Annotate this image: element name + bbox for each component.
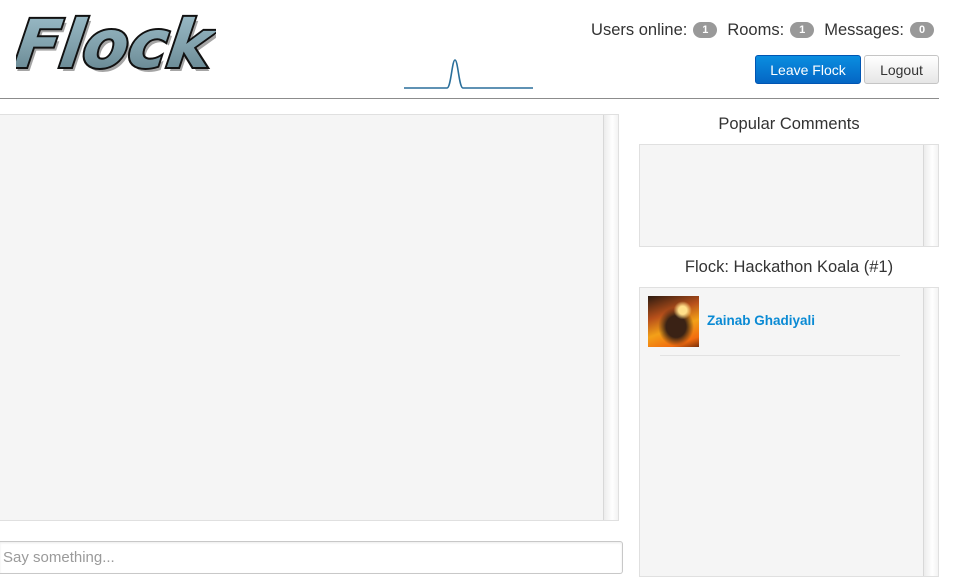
flock-logo: Flock Flock	[16, 1, 216, 81]
rooms-label: Rooms:	[727, 20, 785, 39]
users-online-stat: Users online: 1	[591, 20, 718, 40]
list-item[interactable]: Zainab Ghadiyali	[648, 296, 903, 358]
rooms-stat: Rooms: 1	[727, 20, 815, 40]
header-divider	[0, 98, 939, 99]
stats-bar: Users online: 1 Rooms: 1 Messages: 0	[591, 19, 934, 41]
logout-button[interactable]: Logout	[864, 55, 939, 84]
activity-sparkline	[403, 54, 535, 92]
chat-scrollbar[interactable]	[603, 115, 618, 520]
leave-flock-button[interactable]: Leave Flock	[755, 55, 861, 84]
messages-label: Messages:	[824, 20, 904, 39]
messages-stat: Messages: 0	[824, 21, 934, 40]
users-online-badge: 1	[693, 22, 718, 38]
svg-text:Flock: Flock	[16, 5, 216, 81]
popular-comments-title: Popular Comments	[718, 115, 860, 133]
users-online-label: Users online:	[591, 20, 688, 39]
flock-room-title: Flock: Hackathon Koala (#1)	[684, 258, 894, 276]
members-scrollbar[interactable]	[923, 288, 938, 576]
message-input[interactable]	[0, 541, 623, 574]
messages-badge: 0	[910, 22, 934, 38]
popular-comments-panel[interactable]	[639, 144, 939, 247]
popular-scrollbar[interactable]	[923, 145, 938, 246]
rooms-badge: 1	[790, 22, 815, 38]
member-name-link[interactable]: Zainab Ghadiyali	[707, 313, 815, 328]
chat-messages-panel[interactable]	[0, 114, 619, 521]
member-divider	[660, 355, 900, 356]
avatar[interactable]	[648, 296, 699, 347]
